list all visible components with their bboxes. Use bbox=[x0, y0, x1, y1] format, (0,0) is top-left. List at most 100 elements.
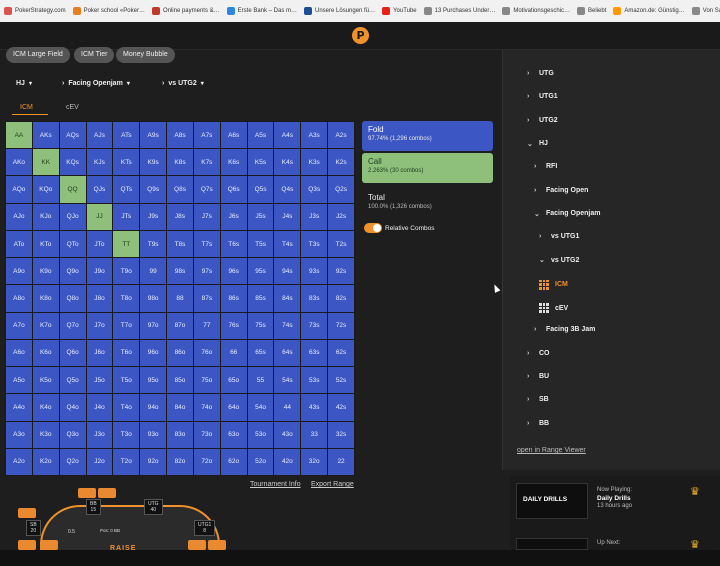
range-cell[interactable]: A5s bbox=[247, 122, 274, 149]
tree-item-facing-3b-jam[interactable]: › Facing 3B Jam bbox=[534, 326, 595, 333]
range-cell[interactable]: KTs bbox=[113, 149, 140, 176]
range-cell[interactable]: 87s bbox=[193, 285, 220, 312]
range-cell[interactable]: T6s bbox=[220, 230, 247, 258]
range-cell[interactable]: 86o bbox=[167, 339, 193, 367]
range-cell[interactable]: 32s bbox=[328, 421, 354, 448]
range-cell[interactable]: J7s bbox=[193, 203, 220, 230]
call-legend[interactable]: Call 2.263% (30 combos) bbox=[362, 153, 493, 183]
range-cell[interactable]: A7o bbox=[6, 312, 32, 339]
range-cell[interactable]: QJo bbox=[59, 203, 86, 230]
app-logo[interactable]: P bbox=[352, 27, 369, 44]
range-cell[interactable]: T7s bbox=[193, 230, 220, 258]
tree-item-co[interactable]: › CO bbox=[527, 350, 550, 357]
range-cell[interactable]: 99 bbox=[140, 258, 167, 285]
chip-icm-large-field[interactable]: ICM Large Field bbox=[6, 47, 70, 63]
range-cell[interactable]: Q6o bbox=[59, 339, 86, 367]
range-cell[interactable]: 75s bbox=[247, 312, 274, 339]
fold-legend[interactable]: Fold 97.74% (1,296 combos) bbox=[362, 121, 493, 151]
range-cell[interactable]: J7o bbox=[86, 312, 113, 339]
tab-icm[interactable]: ICM bbox=[20, 104, 33, 111]
range-cell[interactable]: 44 bbox=[274, 394, 301, 421]
range-cell[interactable]: 98o bbox=[140, 285, 167, 312]
range-cell[interactable]: 98s bbox=[167, 258, 193, 285]
range-cell[interactable]: 84o bbox=[167, 394, 193, 421]
range-cell[interactable]: KJo bbox=[32, 203, 59, 230]
range-cell[interactable]: T2o bbox=[113, 448, 140, 475]
range-cell[interactable]: 85o bbox=[167, 367, 193, 394]
range-cell[interactable]: 52o bbox=[247, 448, 274, 475]
range-cell[interactable]: 94o bbox=[140, 394, 167, 421]
range-cell[interactable]: JTo bbox=[86, 230, 113, 258]
range-cell[interactable]: AQo bbox=[6, 176, 32, 203]
range-cell[interactable]: T6o bbox=[113, 339, 140, 367]
range-cell[interactable]: 92s bbox=[328, 258, 354, 285]
range-cell[interactable]: J3s bbox=[301, 203, 328, 230]
range-cell[interactable]: 97o bbox=[140, 312, 167, 339]
range-cell[interactable]: K5s bbox=[247, 149, 274, 176]
range-cell[interactable]: TT bbox=[113, 230, 140, 258]
range-cell[interactable]: 73o bbox=[193, 421, 220, 448]
range-cell[interactable]: J3o bbox=[86, 421, 113, 448]
range-cell[interactable]: A9s bbox=[140, 122, 167, 149]
range-cell[interactable]: 85s bbox=[247, 285, 274, 312]
now-playing-thumbnail[interactable]: DAILY DRILLS bbox=[516, 483, 588, 519]
range-cell[interactable]: T9s bbox=[140, 230, 167, 258]
up-next-thumbnail[interactable] bbox=[516, 538, 588, 550]
range-cell[interactable]: 63o bbox=[220, 421, 247, 448]
range-cell[interactable]: 88 bbox=[167, 285, 193, 312]
range-cell[interactable]: A7s bbox=[193, 122, 220, 149]
range-cell[interactable]: T4s bbox=[274, 230, 301, 258]
range-cell[interactable]: J8s bbox=[167, 203, 193, 230]
range-cell[interactable]: 82o bbox=[167, 448, 193, 475]
range-cell[interactable]: A2s bbox=[328, 122, 354, 149]
range-cell[interactable]: 95o bbox=[140, 367, 167, 394]
range-cell[interactable]: 96s bbox=[220, 258, 247, 285]
range-cell[interactable]: A3s bbox=[301, 122, 328, 149]
chip-icm-tier[interactable]: ICM Tier bbox=[74, 47, 115, 63]
range-cell[interactable]: K9s bbox=[140, 149, 167, 176]
range-cell[interactable]: 55 bbox=[247, 367, 274, 394]
range-cell[interactable]: Q6s bbox=[220, 176, 247, 203]
range-cell[interactable]: 97s bbox=[193, 258, 220, 285]
range-cell[interactable]: ATs bbox=[113, 122, 140, 149]
range-cell[interactable]: K4o bbox=[32, 394, 59, 421]
range-cell[interactable]: Q9s bbox=[140, 176, 167, 203]
range-cell[interactable]: T3s bbox=[301, 230, 328, 258]
range-cell[interactable]: 76s bbox=[220, 312, 247, 339]
now-playing-title[interactable]: Daily Drills bbox=[597, 495, 631, 502]
range-cell[interactable]: J6s bbox=[220, 203, 247, 230]
range-cell[interactable]: 66 bbox=[220, 339, 247, 367]
range-cell[interactable]: AJo bbox=[6, 203, 32, 230]
range-cell[interactable]: 22 bbox=[328, 448, 354, 475]
range-cell[interactable]: AJs bbox=[86, 122, 113, 149]
range-cell[interactable]: A4s bbox=[274, 122, 301, 149]
range-cell[interactable]: KQs bbox=[59, 149, 86, 176]
range-cell[interactable]: T5o bbox=[113, 367, 140, 394]
range-cell[interactable]: Q2o bbox=[59, 448, 86, 475]
range-cell[interactable]: QJs bbox=[86, 176, 113, 203]
range-cell[interactable]: 93s bbox=[301, 258, 328, 285]
range-cell[interactable]: A6o bbox=[6, 339, 32, 367]
range-cell[interactable]: 62o bbox=[220, 448, 247, 475]
villain-select[interactable]: › vs UTG2 ▾ bbox=[162, 80, 204, 87]
range-cell[interactable]: T5s bbox=[247, 230, 274, 258]
range-cell[interactable]: Q3s bbox=[301, 176, 328, 203]
range-cell[interactable]: 42s bbox=[328, 394, 354, 421]
position-select[interactable]: HJ ▾ bbox=[16, 80, 32, 87]
bookmark-item[interactable]: Online payments &… bbox=[151, 7, 220, 15]
range-cell[interactable]: A9o bbox=[6, 258, 32, 285]
range-cell[interactable]: 86s bbox=[220, 285, 247, 312]
bookmark-item[interactable]: Poker school «Poker… bbox=[72, 7, 145, 15]
tree-item-facing-open[interactable]: › Facing Open bbox=[534, 187, 588, 194]
bookmark-item[interactable]: Amazon.de: Günstig… bbox=[613, 7, 685, 15]
export-range-link[interactable]: Export Range bbox=[311, 481, 354, 488]
range-cell[interactable]: K2o bbox=[32, 448, 59, 475]
tree-item-bu[interactable]: › BU bbox=[527, 373, 549, 380]
range-cell[interactable]: Q3o bbox=[59, 421, 86, 448]
range-cell[interactable]: JTs bbox=[113, 203, 140, 230]
bookmark-item[interactable]: Von Safari importiert bbox=[691, 7, 720, 15]
range-cell[interactable]: T2s bbox=[328, 230, 354, 258]
tree-item-utg2[interactable]: › UTG2 bbox=[527, 117, 558, 124]
tree-item-bb[interactable]: › BB bbox=[527, 420, 549, 427]
range-cell[interactable]: 94s bbox=[274, 258, 301, 285]
